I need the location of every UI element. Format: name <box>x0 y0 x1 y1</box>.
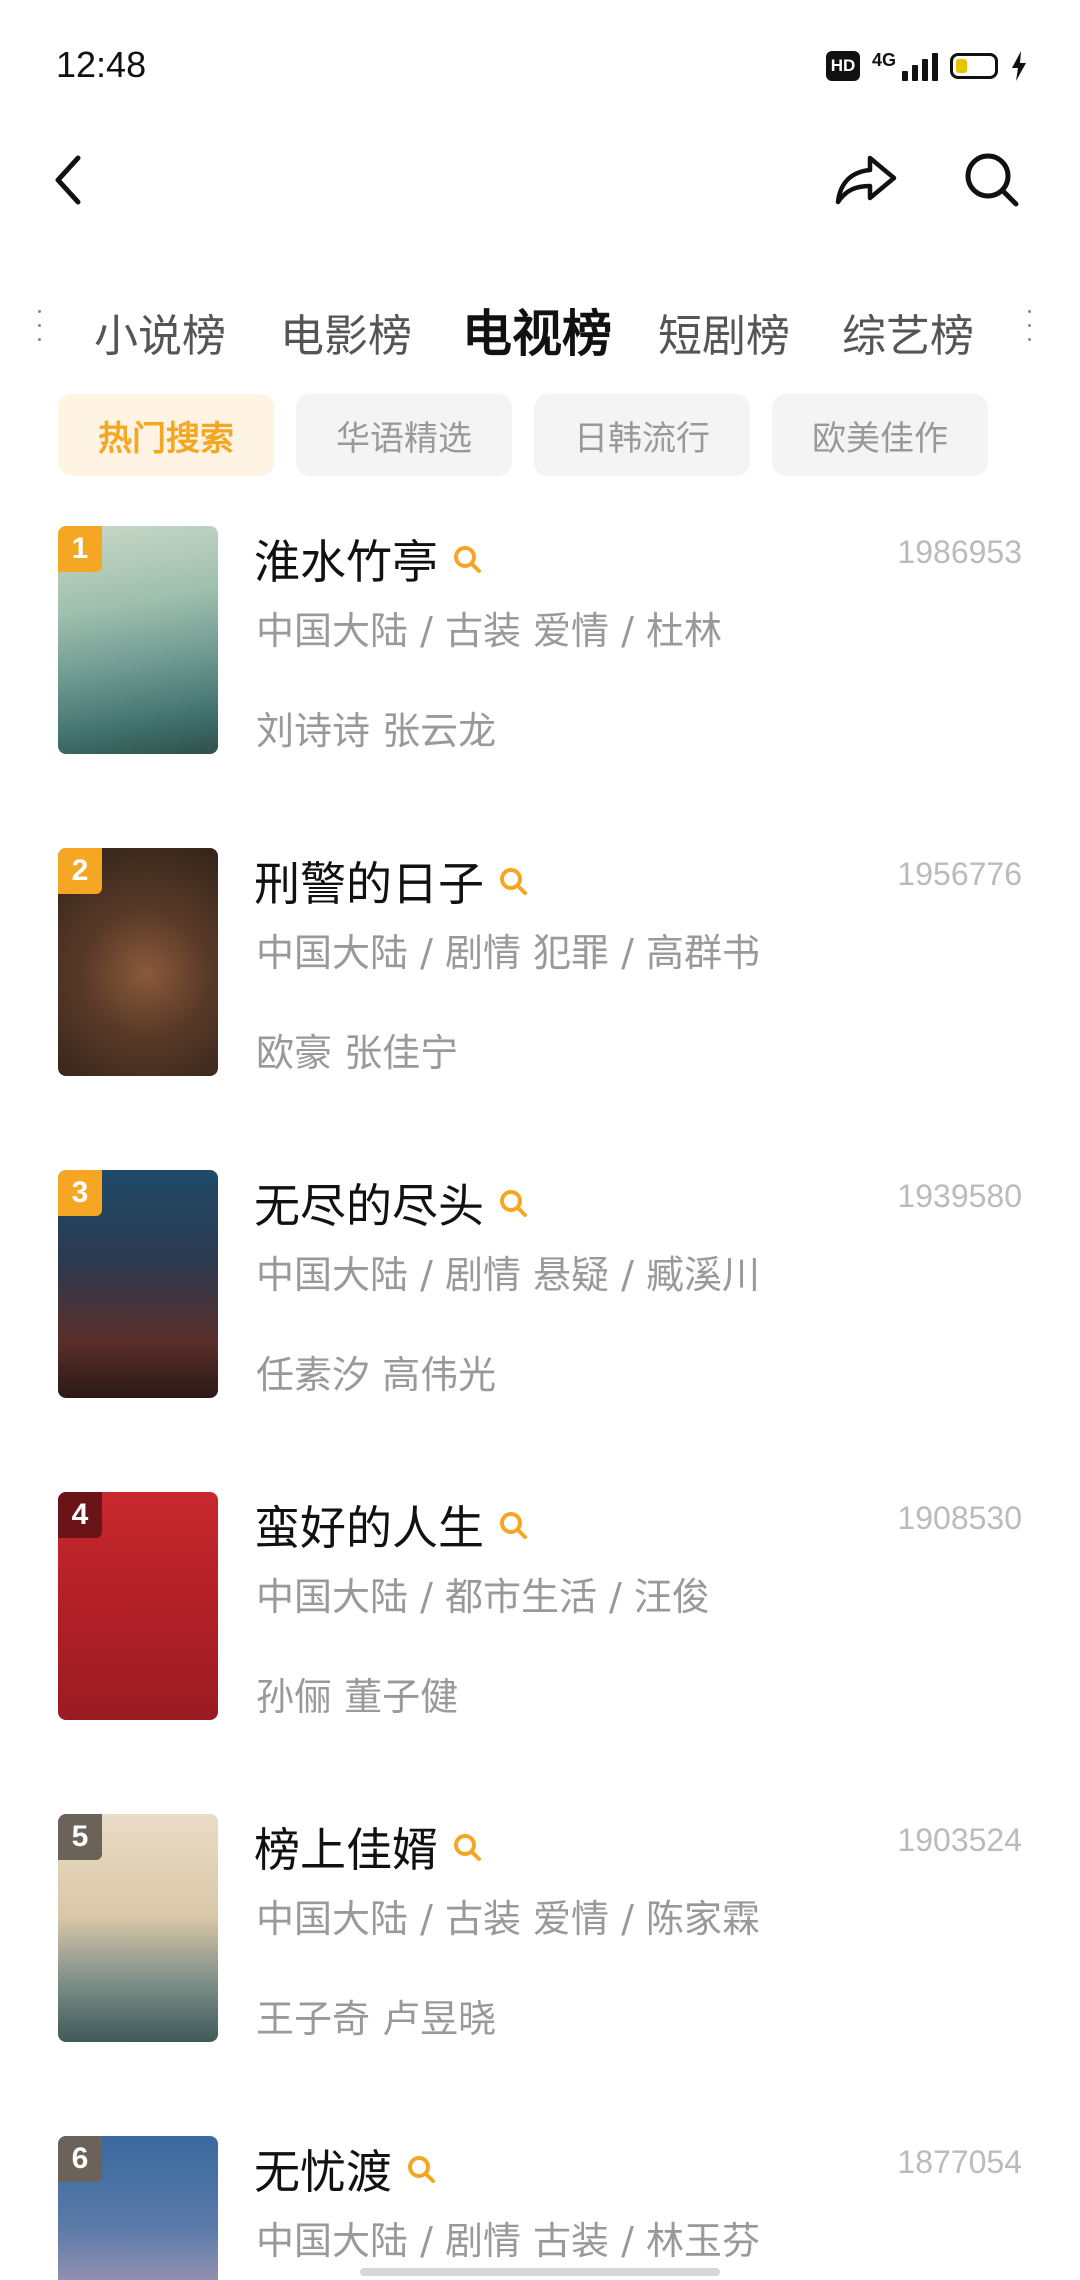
nav-bar <box>0 130 1080 230</box>
item-cast: 任素汐 高伟光 <box>256 1353 497 1397</box>
rank-badge: 1 <box>58 526 102 572</box>
search-icon <box>965 153 1019 207</box>
item-score: 1903524 <box>897 1822 1022 1858</box>
share-icon <box>835 155 897 205</box>
list-item[interactable]: 2 刑警的日子 1956776 中国大陆 / 剧情 犯罪 / 高群书 欧豪 张佳… <box>0 848 1080 1170</box>
tab-short-drama[interactable]: 短剧榜 <box>658 300 790 364</box>
status-icons: HD 4G <box>825 48 1028 84</box>
chip-japan-korea[interactable]: 日韩流行 <box>534 394 750 476</box>
item-title-text: 淮水竹亭 <box>254 535 438 589</box>
item-title[interactable]: 蛮好的人生 <box>254 1492 528 1558</box>
search-button[interactable] <box>958 148 1026 212</box>
item-title-text: 蛮好的人生 <box>254 1501 484 1555</box>
item-meta: 中国大陆 / 剧情 悬疑 / 臧溪川 <box>256 1253 761 1297</box>
share-button[interactable] <box>832 148 900 212</box>
signal-icon <box>902 51 938 81</box>
status-bar: 12:48 HD 4G <box>0 0 1080 130</box>
poster-image: 1 <box>58 526 218 754</box>
rank-badge: 4 <box>58 1492 102 1538</box>
list-item[interactable]: 5 榜上佳婿 1903524 中国大陆 / 古装 爱情 / 陈家霖 王子奇 卢昱… <box>0 1814 1080 2136</box>
item-score: 1986953 <box>897 534 1022 570</box>
tab-tv[interactable]: 电视榜 <box>462 294 612 366</box>
tab-movie[interactable]: 电影榜 <box>280 300 412 364</box>
item-title[interactable]: 榜上佳婿 <box>254 1814 482 1880</box>
item-meta: 中国大陆 / 剧情 古装 / 林玉芬 <box>256 2219 761 2263</box>
back-button[interactable] <box>36 148 100 212</box>
poster-image: 2 <box>58 848 218 1076</box>
item-title-text: 榜上佳婿 <box>254 1823 438 1877</box>
item-score: 1956776 <box>897 856 1022 892</box>
item-title-text: 无尽的尽头 <box>254 1179 484 1233</box>
poster-image: 6 <box>58 2136 218 2280</box>
chip-chinese-picks[interactable]: 华语精选 <box>296 394 512 476</box>
item-meta: 中国大陆 / 古装 爱情 / 杜林 <box>256 609 723 653</box>
item-title[interactable]: 无忧渡 <box>254 2136 436 2202</box>
rank-badge: 3 <box>58 1170 102 1216</box>
item-score: 1908530 <box>897 1500 1022 1536</box>
charging-icon <box>1012 51 1026 81</box>
rank-badge: 2 <box>58 848 102 894</box>
scroll-edge-right <box>1028 310 1036 344</box>
rank-badge: 6 <box>58 2136 102 2182</box>
item-score: 1877054 <box>897 2144 1022 2180</box>
item-title[interactable]: 刑警的日子 <box>254 848 528 914</box>
chip-western[interactable]: 欧美佳作 <box>772 394 988 476</box>
rank-badge: 5 <box>58 1814 102 1860</box>
chevron-left-icon <box>55 155 81 205</box>
search-icon[interactable] <box>498 866 528 896</box>
poster-image: 5 <box>58 1814 218 2042</box>
item-cast: 刘诗诗 张云龙 <box>256 709 497 753</box>
search-icon[interactable] <box>452 544 482 574</box>
item-meta: 中国大陆 / 古装 爱情 / 陈家霖 <box>256 1897 761 1941</box>
category-tabs: 小说榜 电影榜 电视榜 短剧榜 综艺榜 <box>0 280 1080 380</box>
list-item[interactable]: 4 蛮好的人生 1908530 中国大陆 / 都市生活 / 汪俊 孙俪 董子健 <box>0 1492 1080 1814</box>
item-title-text: 刑警的日子 <box>254 857 484 911</box>
search-icon[interactable] <box>498 1188 528 1218</box>
item-title[interactable]: 淮水竹亭 <box>254 526 482 592</box>
status-time: 12:48 <box>56 44 147 85</box>
item-title-text: 无忧渡 <box>254 2145 392 2199</box>
battery-level <box>956 59 967 73</box>
item-cast: 王子奇 卢昱晓 <box>256 1997 497 2041</box>
poster-image: 4 <box>58 1492 218 1720</box>
scroll-edge-left <box>38 310 46 344</box>
chip-hot-search[interactable]: 热门搜索 <box>58 394 274 476</box>
item-score: 1939580 <box>897 1178 1022 1214</box>
item-cast: 欧豪 张佳宁 <box>256 1031 459 1075</box>
filter-chips: 热门搜索 华语精选 日韩流行 欧美佳作 <box>0 394 1080 478</box>
item-title[interactable]: 无尽的尽头 <box>254 1170 528 1236</box>
item-meta: 中国大陆 / 都市生活 / 汪俊 <box>256 1575 710 1619</box>
battery-icon <box>950 53 998 79</box>
poster-image: 3 <box>58 1170 218 1398</box>
item-meta: 中国大陆 / 剧情 犯罪 / 高群书 <box>256 931 761 975</box>
list-item[interactable]: 3 无尽的尽头 1939580 中国大陆 / 剧情 悬疑 / 臧溪川 任素汐 高… <box>0 1170 1080 1492</box>
item-cast: 孙俪 董子健 <box>256 1675 459 1719</box>
list-item[interactable]: 6 无忧渡 1877054 中国大陆 / 剧情 古装 / 林玉芬 <box>0 2136 1080 2280</box>
tab-variety[interactable]: 综艺榜 <box>842 300 974 364</box>
network-type-label: 4G <box>871 49 896 70</box>
list-item[interactable]: 1 淮水竹亭 1986953 中国大陆 / 古装 爱情 / 杜林 刘诗诗 张云龙 <box>0 526 1080 848</box>
search-icon[interactable] <box>452 1832 482 1862</box>
search-icon[interactable] <box>406 2154 436 2184</box>
hd-icon: HD <box>825 51 860 81</box>
home-indicator[interactable] <box>360 2268 720 2276</box>
search-icon[interactable] <box>498 1510 528 1540</box>
tab-novel[interactable]: 小说榜 <box>94 300 226 364</box>
